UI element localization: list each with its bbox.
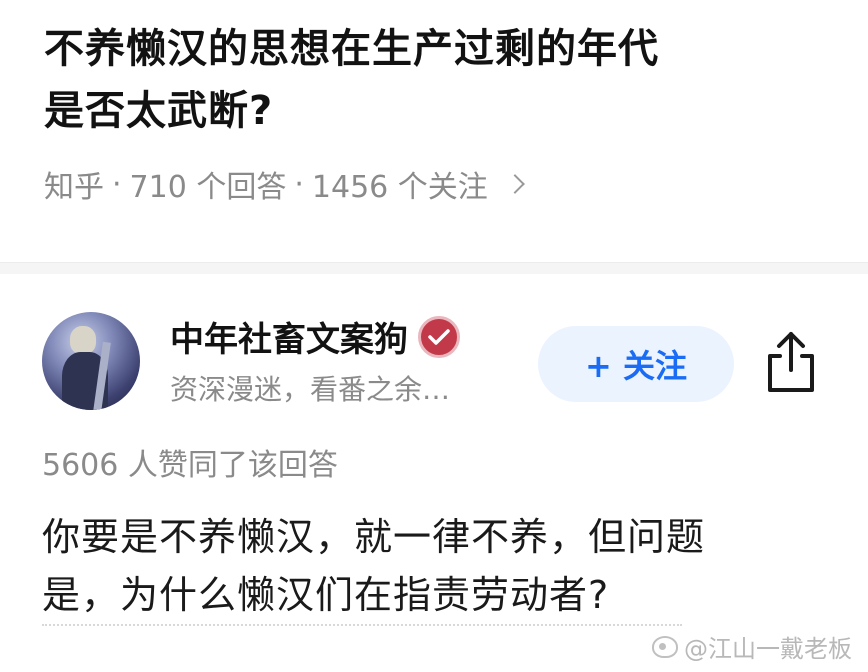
meta-separator: · [294, 166, 304, 202]
watermark: @江山一戴老板 [652, 629, 852, 664]
agree-count: 5606 人赞同了该回答 [42, 448, 338, 483]
question-title-line2: 是否太武断? [44, 88, 274, 134]
weibo-icon [652, 635, 678, 658]
watermark-text: @江山一戴老板 [684, 635, 852, 663]
section-divider [0, 262, 868, 274]
source-label: 知乎 [44, 170, 104, 205]
question-meta[interactable]: 知乎 · 710 个回答 · 1456 个关注 [44, 164, 844, 205]
question-title[interactable]: 不养懒汉的思想在生产过剩的年代 是否太武断? [44, 18, 844, 142]
question-title-line1: 不养懒汉的思想在生产过剩的年代 [44, 26, 659, 72]
answer-line2: 是，为什么懒汉们在指责劳动者? [42, 573, 610, 617]
author-bio: 资深漫迷，看番之余… [170, 373, 451, 406]
fade-divider [42, 624, 682, 626]
chevron-right-icon[interactable] [504, 174, 525, 194]
author-name-row[interactable]: 中年社畜文案狗 [170, 312, 460, 361]
avatar[interactable] [42, 312, 140, 410]
answer-count: 710 个回答 [129, 170, 287, 205]
author-row: 中年社畜文案狗 资深漫迷，看番之余… + 关注 [42, 310, 842, 410]
answer-body[interactable]: 你要是不养懒汉，就一律不养，但问题 是，为什么懒汉们在指责劳动者? [42, 508, 842, 624]
answer-line1: 你要是不养懒汉，就一律不养，但问题 [42, 515, 706, 559]
share-icon[interactable] [764, 330, 818, 396]
question-header[interactable]: 不养懒汉的思想在生产过剩的年代 是否太武断? 知乎 · 710 个回答 · 14… [44, 18, 844, 205]
author-name[interactable]: 中年社畜文案狗 [170, 312, 408, 361]
verified-badge-icon [418, 315, 460, 358]
follower-count: 1456 个关注 [311, 170, 488, 205]
meta-separator: · [112, 166, 122, 202]
follow-button[interactable]: + 关注 [538, 326, 734, 402]
zhihu-answer-screen: 不养懒汉的思想在生产过剩的年代 是否太武断? 知乎 · 710 个回答 · 14… [0, 0, 868, 672]
